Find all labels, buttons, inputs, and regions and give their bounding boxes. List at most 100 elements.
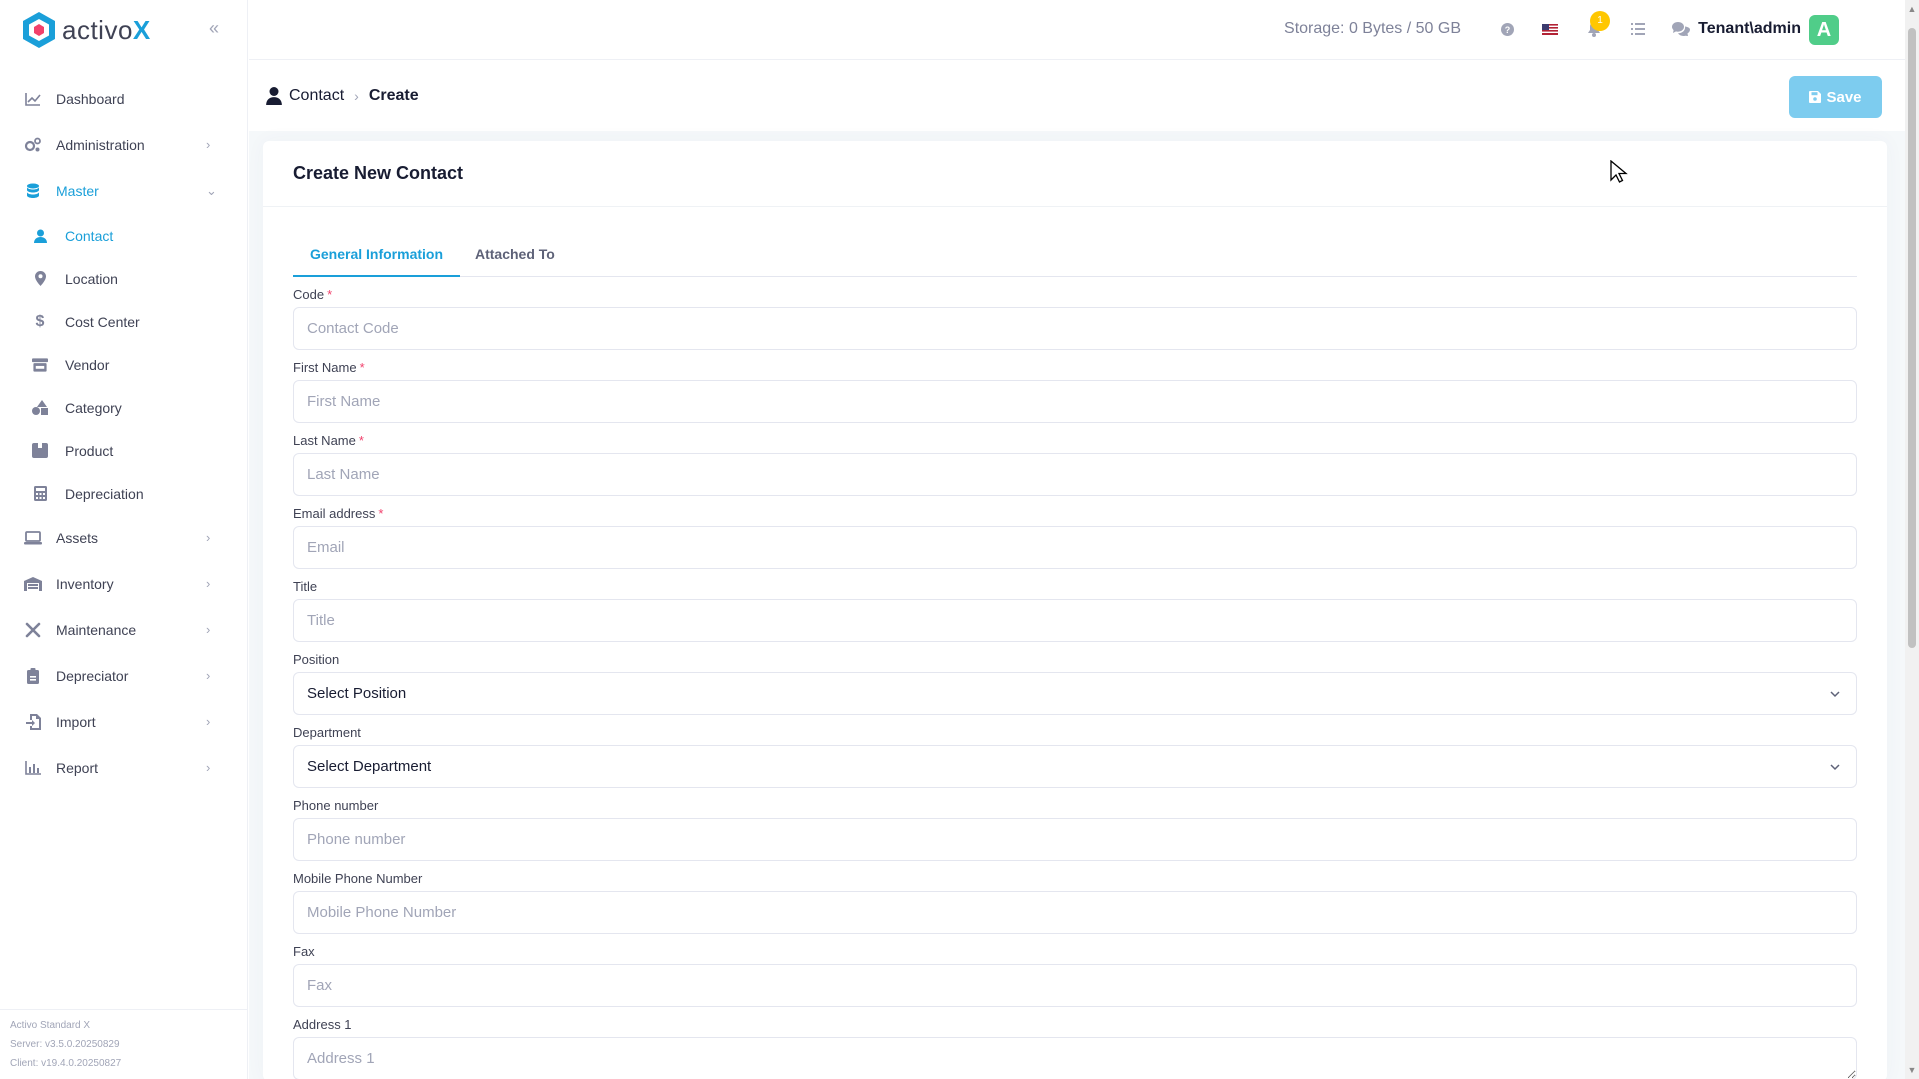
clipboard-icon	[24, 667, 42, 685]
mobile-phone-label: Mobile Phone Number	[293, 871, 423, 886]
position-select[interactable]: Select Position	[293, 672, 1857, 715]
sidebar-item-report[interactable]: Report ›	[0, 745, 248, 791]
first-name-input[interactable]	[293, 380, 1857, 423]
department-select[interactable]: Select Department	[293, 745, 1857, 788]
chat-icon[interactable]	[1670, 18, 1692, 40]
sidebar-item-maintenance[interactable]: Maintenance ›	[0, 607, 248, 653]
department-label: Department	[293, 725, 361, 740]
phone-label: Phone number	[293, 798, 379, 813]
create-contact-card: Create New Contact General Information A…	[263, 141, 1887, 1079]
sidebar-item-label: Depreciator	[56, 668, 129, 684]
code-input[interactable]	[293, 307, 1857, 350]
sidebar-item-label: Import	[56, 714, 96, 730]
sidebar-subitem-category[interactable]: Category	[0, 386, 248, 429]
scroll-up-arrow-icon[interactable]: ▲	[1907, 4, 1917, 14]
floppy-disk-icon	[1809, 91, 1822, 103]
title-label: Title	[293, 579, 318, 594]
sidebar-item-label: Product	[65, 442, 114, 459]
tools-icon	[24, 621, 42, 639]
scrollbar-thumb[interactable]	[1908, 28, 1916, 648]
chevron-right-icon: ›	[206, 760, 211, 775]
user-icon	[266, 87, 282, 105]
map-pin-icon	[32, 271, 48, 287]
tenant-user-name[interactable]: Tenant\admin	[1698, 20, 1801, 38]
sidebar-item-label: Administration	[56, 137, 145, 153]
version-info: Activo Standard X Server: v3.5.0.2025082…	[0, 1009, 248, 1079]
title-field: Title	[293, 579, 1857, 642]
task-list-icon[interactable]	[1627, 18, 1649, 40]
code-field: Code *	[293, 287, 1857, 350]
phone-input[interactable]	[293, 818, 1857, 861]
save-button[interactable]: Save	[1789, 76, 1882, 118]
gears-icon	[24, 136, 42, 154]
sidebar-subitem-vendor[interactable]: Vendor	[0, 343, 248, 386]
sidebar-item-label: Category	[65, 399, 122, 416]
sidebar-nav: Dashboard Administration › Master ⌄ Cont…	[0, 76, 248, 791]
bell-icon[interactable]: 1	[1583, 11, 1610, 40]
edition-label: Activo Standard X	[10, 1020, 91, 1031]
client-version: Client: v19.4.0.20250827	[10, 1058, 122, 1069]
collapse-sidebar-icon[interactable]: «	[204, 18, 224, 38]
title-input[interactable]	[293, 599, 1857, 642]
chevron-right-icon: ›	[206, 137, 211, 152]
store-icon	[32, 357, 48, 373]
brand-logo[interactable]: activoX	[22, 10, 151, 50]
laptop-icon	[24, 529, 42, 547]
chevron-right-icon: ›	[354, 88, 359, 104]
us-flag-icon[interactable]	[1539, 18, 1561, 40]
page-scrollbar[interactable]: ▲ ▼	[1905, 0, 1919, 1079]
last-name-label: Last Name *	[293, 433, 364, 448]
divider	[263, 206, 1887, 207]
fax-input[interactable]	[293, 964, 1857, 1007]
storage-usage: Storage: 0 Bytes / 50 GB	[1284, 20, 1461, 37]
chevron-right-icon: ›	[206, 668, 211, 683]
help-icon[interactable]: ?	[1496, 18, 1518, 40]
page-title: Create New Contact	[293, 163, 464, 183]
email-input[interactable]	[293, 526, 1857, 569]
phone-field: Phone number	[293, 798, 1857, 861]
sidebar-item-dashboard[interactable]: Dashboard	[0, 76, 248, 122]
sidebar-item-import[interactable]: Import ›	[0, 699, 248, 745]
sidebar-item-administration[interactable]: Administration ›	[0, 122, 248, 168]
top-header: Storage: 0 Bytes / 50 GB ? 1 Tenant\admi…	[249, 0, 1905, 60]
chevron-down-icon	[1830, 691, 1840, 698]
sidebar-item-assets[interactable]: Assets ›	[0, 515, 248, 561]
department-select-value: Select Department	[307, 758, 432, 775]
sidebar-item-inventory[interactable]: Inventory ›	[0, 561, 248, 607]
last-name-input[interactable]	[293, 453, 1857, 496]
address1-field: Address 1	[293, 1017, 1857, 1079]
user-icon	[32, 228, 48, 244]
chevron-right-icon: ›	[206, 714, 211, 729]
sidebar-item-master[interactable]: Master ⌄	[0, 168, 248, 214]
address1-input[interactable]	[293, 1037, 1857, 1079]
sidebar-item-depreciator[interactable]: Depreciator ›	[0, 653, 248, 699]
sidebar-subitem-contact[interactable]: Contact	[0, 214, 248, 257]
page-toolbar: Contact › Create Save	[249, 61, 1905, 131]
tab-general-information[interactable]: General Information	[293, 241, 461, 277]
tab-attached-to[interactable]: Attached To	[458, 241, 572, 277]
sidebar-item-label: Master	[56, 183, 99, 199]
sidebar-subitem-product[interactable]: Product	[0, 429, 248, 472]
breadcrumb-current: Create	[368, 87, 419, 104]
address1-label: Address 1	[293, 1017, 352, 1032]
chevron-down-icon	[1830, 764, 1840, 771]
hexagon-logo-icon	[23, 12, 55, 48]
sidebar-item-label: Location	[65, 270, 118, 287]
sidebar-subitem-depreciation[interactable]: Depreciation	[0, 472, 248, 515]
shapes-icon	[32, 400, 48, 416]
sidebar-subitem-cost-center[interactable]: $ Cost Center	[0, 300, 248, 343]
position-select-value: Select Position	[307, 685, 407, 702]
sidebar-item-label: Report	[56, 760, 99, 776]
mobile-phone-input[interactable]	[293, 891, 1857, 934]
position-field: Position Select Position	[293, 652, 1857, 715]
sidebar-subitem-location[interactable]: Location	[0, 257, 248, 300]
avatar[interactable]: A	[1809, 15, 1839, 45]
scroll-down-arrow-icon[interactable]: ▼	[1907, 1065, 1917, 1075]
position-label: Position	[293, 652, 340, 667]
calculator-icon	[32, 486, 48, 502]
box-icon	[32, 443, 48, 459]
chevron-right-icon: ›	[206, 530, 211, 545]
breadcrumb-root[interactable]: Contact	[289, 87, 344, 105]
mouse-pointer-icon	[1610, 160, 1628, 183]
sidebar-item-label: Cost Center	[65, 313, 140, 330]
